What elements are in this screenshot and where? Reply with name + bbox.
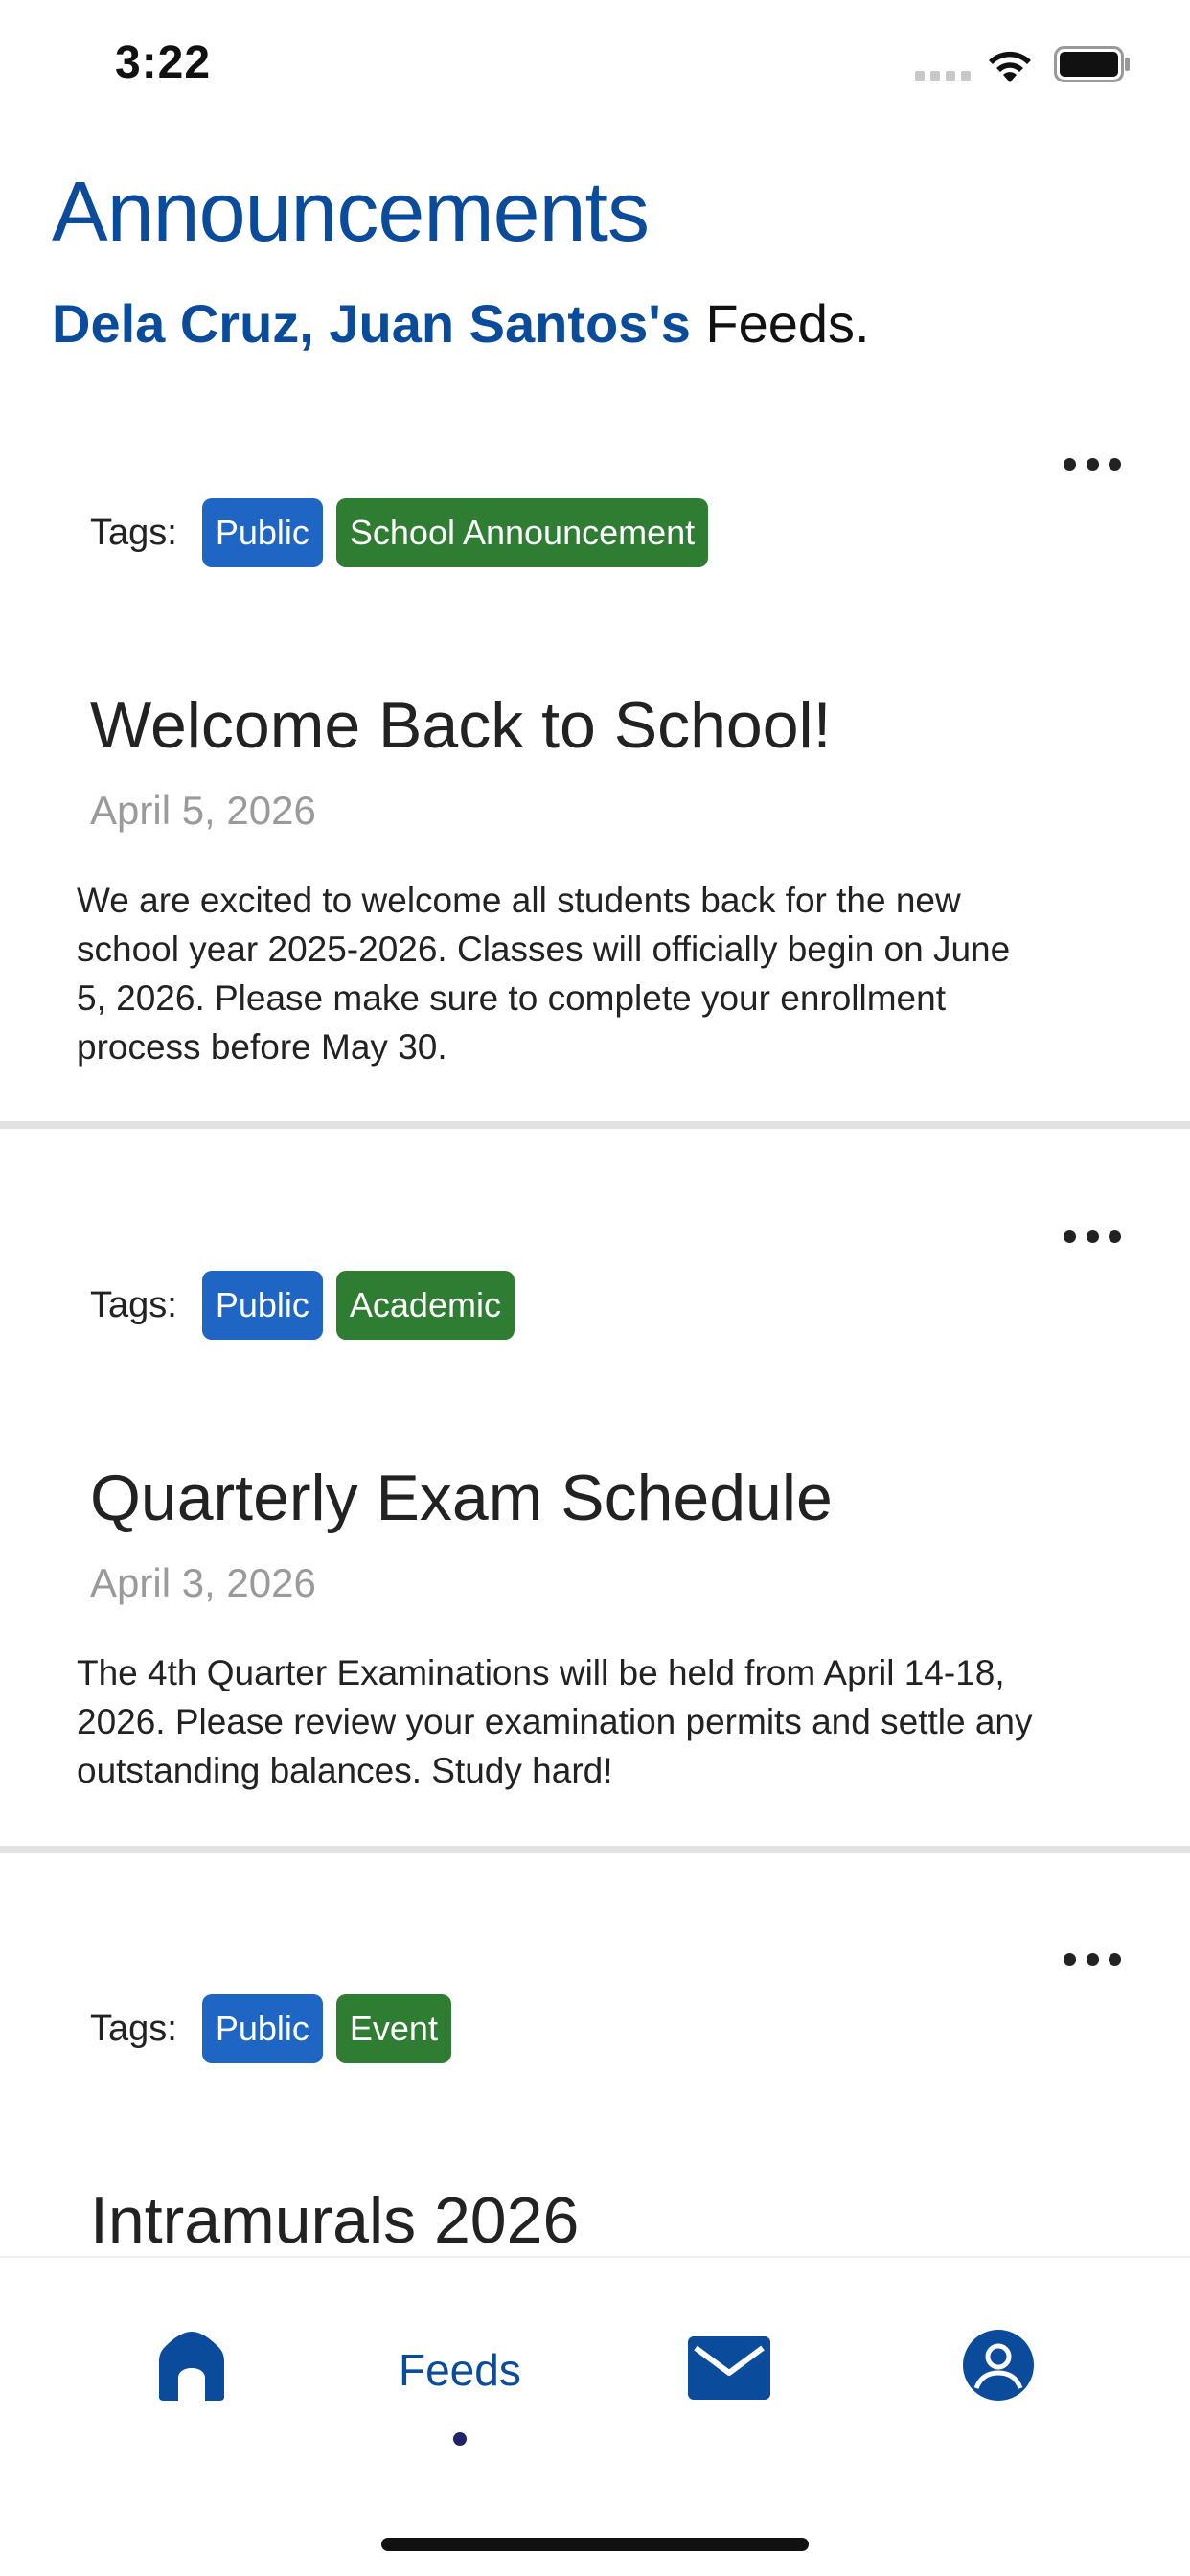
post-body: We are excited to welcome all students b… bbox=[77, 881, 1011, 1067]
active-tab-indicator bbox=[453, 2432, 467, 2446]
user-name: Dela Cruz, Juan Santos's bbox=[52, 293, 691, 354]
home-indicator[interactable] bbox=[381, 2538, 809, 2551]
tag-category: School Announcement bbox=[335, 498, 709, 567]
bottom-nav: Feeds bbox=[0, 2256, 1190, 2576]
tags-row: Tags: Public Academic bbox=[90, 1271, 515, 1340]
post-date: April 5, 2026 bbox=[90, 788, 316, 833]
post-date: April 3, 2026 bbox=[90, 1560, 316, 1605]
tags-label: Tags: bbox=[90, 2008, 177, 2049]
post-title: Intramurals 2026 bbox=[90, 2184, 580, 2257]
mail-icon[interactable] bbox=[688, 2336, 770, 2400]
tag-public: Public bbox=[201, 1994, 323, 2063]
tag-category: Academic bbox=[335, 1271, 515, 1340]
tags-row: Tags: Public School Announcement bbox=[90, 498, 709, 567]
profile-icon[interactable] bbox=[961, 2328, 1036, 2403]
status-bar: 3:22 bbox=[0, 0, 1190, 134]
tags-row: Tags: Public Event bbox=[90, 1994, 451, 2063]
tags-label: Tags: bbox=[90, 1284, 177, 1325]
cellular-signal-icon bbox=[915, 71, 971, 80]
post-title: Welcome Back to School! bbox=[90, 689, 832, 762]
tag-category: Event bbox=[335, 1994, 451, 2063]
more-options-button[interactable] bbox=[1064, 1225, 1121, 1248]
more-options-button[interactable] bbox=[1064, 1947, 1121, 1970]
post-divider bbox=[0, 1846, 1190, 1853]
post-body: The 4th Quarter Examinations will be hel… bbox=[77, 1653, 1033, 1790]
status-time: 3:22 bbox=[115, 37, 212, 88]
page-title: Announcements bbox=[52, 164, 650, 259]
tag-public: Public bbox=[201, 1271, 323, 1340]
more-options-button[interactable] bbox=[1064, 452, 1121, 475]
feed-owner-subtitle: Dela Cruz, Juan Santos's Feeds. bbox=[52, 292, 870, 355]
post-title: Quarterly Exam Schedule bbox=[90, 1461, 833, 1534]
nav-feeds-tab[interactable]: Feeds bbox=[399, 2344, 521, 2396]
battery-icon bbox=[1054, 46, 1130, 82]
home-icon[interactable] bbox=[157, 2330, 226, 2403]
tag-public: Public bbox=[201, 498, 323, 567]
wifi-icon bbox=[989, 51, 1031, 82]
tags-label: Tags: bbox=[90, 512, 177, 553]
feeds-suffix: Feeds. bbox=[705, 293, 870, 354]
post-divider bbox=[0, 1121, 1190, 1129]
